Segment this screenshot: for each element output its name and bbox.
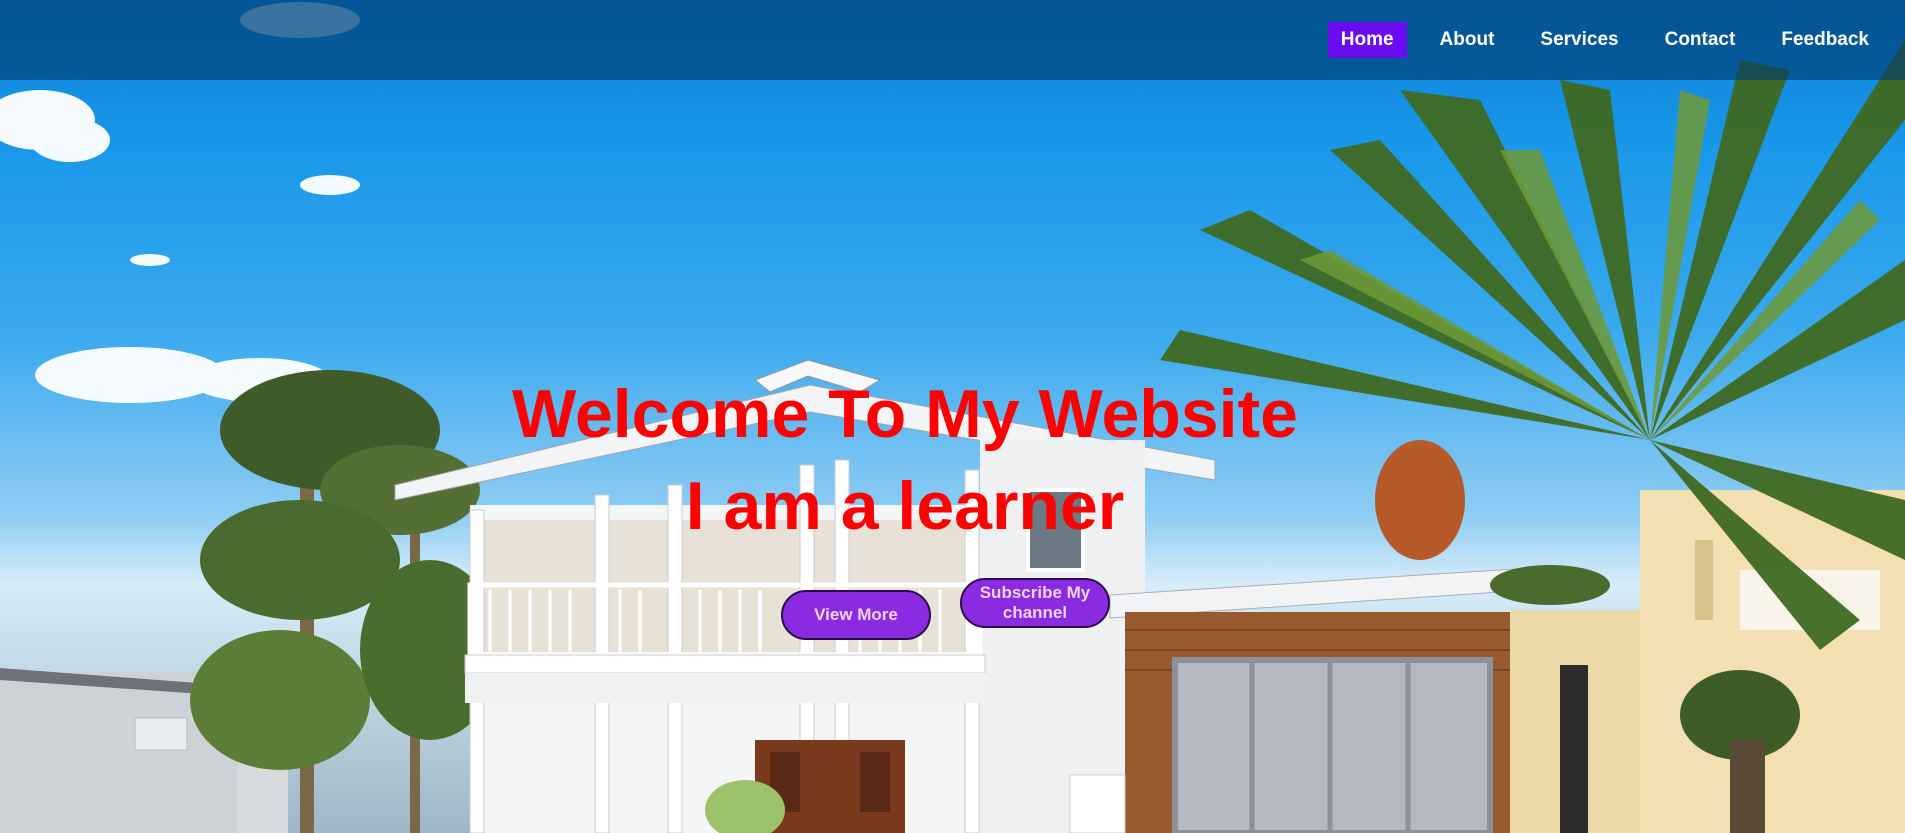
hero-title: Welcome To My Website — [512, 376, 1298, 452]
subscribe-button[interactable]: Subscribe My channel — [960, 578, 1110, 628]
nav-about[interactable]: About — [1427, 22, 1508, 58]
hero-subtitle: I am a learner — [685, 468, 1125, 544]
nav-contact[interactable]: Contact — [1652, 22, 1749, 58]
nav-feedback[interactable]: Feedback — [1768, 22, 1882, 58]
top-navbar: Home About Services Contact Feedback — [0, 0, 1905, 80]
nav-home[interactable]: Home — [1327, 22, 1407, 58]
view-more-button[interactable]: View More — [781, 590, 931, 640]
nav-services[interactable]: Services — [1527, 22, 1631, 58]
